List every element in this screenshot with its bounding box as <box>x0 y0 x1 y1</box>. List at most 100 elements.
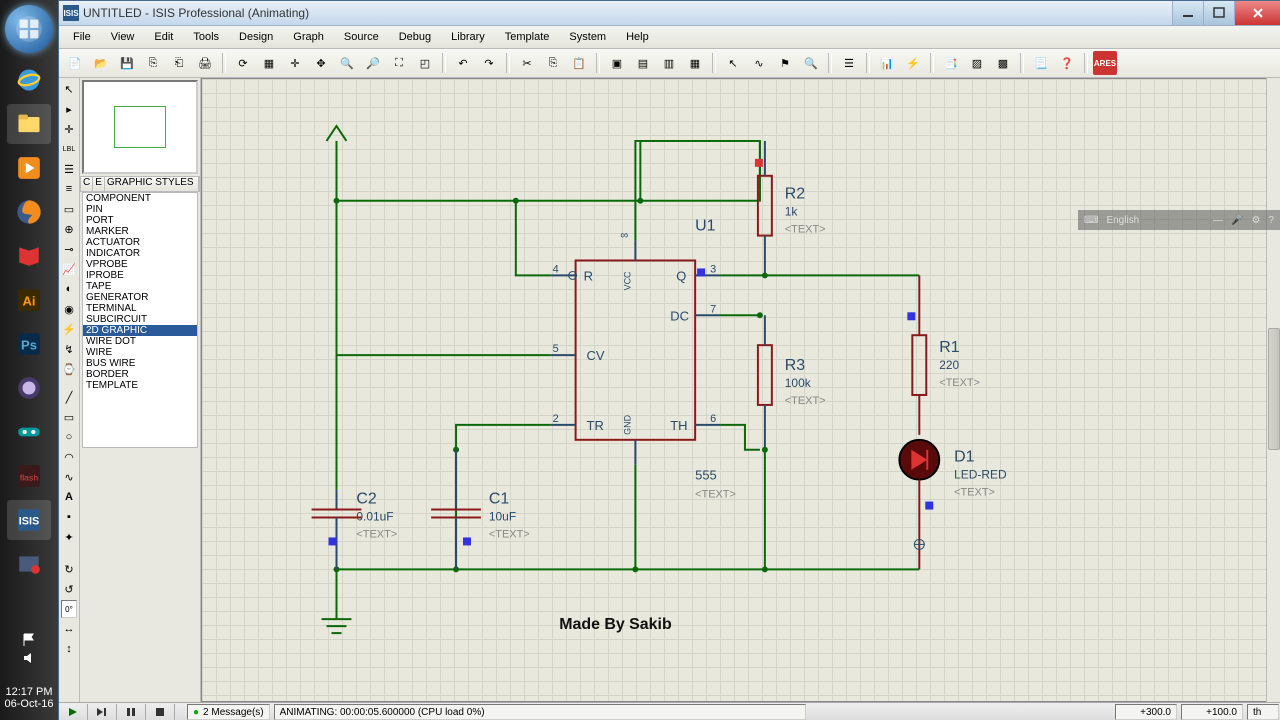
symbol-icon[interactable]: ▪ <box>60 508 78 526</box>
pause-button[interactable] <box>117 704 146 720</box>
line-icon[interactable]: ╱ <box>60 388 78 406</box>
mirror-v-icon[interactable]: ↕ <box>60 640 78 658</box>
tag-icon[interactable]: ⚑ <box>773 51 797 75</box>
new-icon[interactable]: 📄 <box>63 51 87 75</box>
flag-icon[interactable] <box>22 633 36 647</box>
menu-library[interactable]: Library <box>441 28 495 46</box>
block-copy-icon[interactable]: ▣ <box>605 51 629 75</box>
object-item[interactable]: INDICATOR <box>83 248 197 259</box>
rotate-cw-icon[interactable]: ↻ <box>60 560 78 578</box>
export-icon[interactable]: ⎗ <box>167 51 191 75</box>
stop-button[interactable] <box>146 704 175 720</box>
lang-gear-icon[interactable]: ⚙ <box>1251 215 1260 226</box>
taskbar-eclipse-icon[interactable] <box>7 368 51 408</box>
block-rotate-icon[interactable]: ▥ <box>657 51 681 75</box>
zoomarea-icon[interactable]: ◰ <box>413 51 437 75</box>
r3[interactable]: R3 100k <TEXT> <box>758 315 826 449</box>
step-button[interactable] <box>88 704 117 720</box>
menu-system[interactable]: System <box>559 28 616 46</box>
menu-debug[interactable]: Debug <box>389 28 441 46</box>
taskbar-isis-icon[interactable]: ISIS <box>7 500 51 540</box>
ares-link-icon[interactable]: ARES <box>1093 51 1117 75</box>
search-icon[interactable]: 🔍 <box>799 51 823 75</box>
object-item[interactable]: TEMPLATE <box>83 380 197 391</box>
redo-icon[interactable]: ↷ <box>477 51 501 75</box>
lang-help-icon[interactable]: ? <box>1268 215 1274 226</box>
select-mode-icon[interactable]: ↖ <box>60 80 78 98</box>
zoomout-icon[interactable]: 🔎 <box>361 51 385 75</box>
c1[interactable]: C1 10uF <TEXT> <box>431 450 530 570</box>
c2[interactable]: C2 0.01uF <TEXT> <box>312 355 398 569</box>
help-icon[interactable]: ❓ <box>1055 51 1079 75</box>
object-item[interactable]: SUBCIRCUIT <box>83 314 197 325</box>
close-button[interactable] <box>1234 1 1280 25</box>
marker-icon[interactable]: ✦ <box>60 528 78 546</box>
object-item[interactable]: VPROBE <box>83 259 197 270</box>
taskbar-clock[interactable]: 12:17 PM 06-Oct-16 <box>0 686 58 710</box>
taskbar-photoshop-icon[interactable]: Ps <box>7 324 51 364</box>
print-icon[interactable]: 🖨 <box>193 51 217 75</box>
taskbar-explorer-icon[interactable] <box>7 104 51 144</box>
object-item[interactable]: BORDER <box>83 369 197 380</box>
menu-view[interactable]: View <box>101 28 145 46</box>
erc-icon[interactable]: ⚡ <box>901 51 925 75</box>
taskbar-capture-icon[interactable] <box>7 544 51 584</box>
r2[interactable]: R2 1k <TEXT> <box>755 141 826 275</box>
object-item[interactable]: COMPONENT <box>83 193 197 204</box>
copy-icon[interactable]: ⎘ <box>541 51 565 75</box>
report-icon[interactable]: 📃 <box>1029 51 1053 75</box>
block-move-icon[interactable]: ▤ <box>631 51 655 75</box>
subcircuit-mode-icon[interactable]: ▭ <box>60 200 78 218</box>
bom-icon[interactable]: 📊 <box>875 51 899 75</box>
script-mode-icon[interactable]: ☰ <box>60 160 78 178</box>
object-item[interactable]: WIRE <box>83 347 197 358</box>
label-mode-icon[interactable]: LBL <box>60 140 78 158</box>
block-delete-icon[interactable]: ▦ <box>683 51 707 75</box>
volume-icon[interactable] <box>22 651 36 665</box>
play-button[interactable] <box>59 704 88 720</box>
instrument-icon[interactable]: ⌚ <box>60 360 78 378</box>
object-selector-list[interactable]: COMPONENTPINPORTMARKERACTUATORINDICATORV… <box>82 192 198 448</box>
menu-tools[interactable]: Tools <box>183 28 229 46</box>
paste-icon[interactable]: 📋 <box>567 51 591 75</box>
rotate-ccw-icon[interactable]: ↺ <box>60 580 78 598</box>
path-icon[interactable]: ∿ <box>60 468 78 486</box>
property-icon[interactable]: ☰ <box>837 51 861 75</box>
ares-icon[interactable]: ▨ <box>965 51 989 75</box>
import-icon[interactable]: ⎘ <box>141 51 165 75</box>
lang-tool-icon[interactable]: — <box>1213 215 1223 226</box>
open-icon[interactable]: 📂 <box>89 51 113 75</box>
wire-icon[interactable]: ∿ <box>747 51 771 75</box>
object-item[interactable]: GENERATOR <box>83 292 197 303</box>
cut-icon[interactable]: ✂ <box>515 51 539 75</box>
menu-edit[interactable]: Edit <box>144 28 183 46</box>
taskbar-illustrator-icon[interactable]: Ai <box>7 280 51 320</box>
menu-template[interactable]: Template <box>495 28 560 46</box>
vertical-scrollbar[interactable] <box>1266 78 1280 702</box>
object-item[interactable]: PORT <box>83 215 197 226</box>
menu-graph[interactable]: Graph <box>283 28 334 46</box>
refresh-icon[interactable]: ⟳ <box>231 51 255 75</box>
bus-mode-icon[interactable]: ≡ <box>60 180 78 198</box>
maximize-button[interactable] <box>1203 1 1234 25</box>
component-mode-icon[interactable]: ▸ <box>60 100 78 118</box>
object-item[interactable]: MARKER <box>83 226 197 237</box>
text-icon[interactable]: A <box>60 488 78 506</box>
object-item[interactable]: IPROBE <box>83 270 197 281</box>
terminal-mode-icon[interactable]: ⊕ <box>60 220 78 238</box>
r1[interactable]: R1 220 <TEXT> <box>907 275 980 434</box>
message-count[interactable]: ●2 Message(s) <box>187 704 270 720</box>
object-item[interactable]: TAPE <box>83 281 197 292</box>
grid-icon[interactable]: ▦ <box>257 51 281 75</box>
object-item[interactable]: PIN <box>83 204 197 215</box>
schematic-canvas[interactable]: R CV TR Q DC TH VCC GND 4 5 2 3 7 <box>201 78 1267 702</box>
menu-help[interactable]: Help <box>616 28 659 46</box>
start-button[interactable] <box>5 5 53 53</box>
d1[interactable]: D1 LED-RED <TEXT> <box>899 440 1007 570</box>
object-item[interactable]: TERMINAL <box>83 303 197 314</box>
arc-icon[interactable]: ◠ <box>60 448 78 466</box>
junction-mode-icon[interactable]: ✛ <box>60 120 78 138</box>
netlist-icon[interactable]: 📑 <box>939 51 963 75</box>
menu-file[interactable]: File <box>63 28 101 46</box>
pick-icon[interactable]: ↖ <box>721 51 745 75</box>
